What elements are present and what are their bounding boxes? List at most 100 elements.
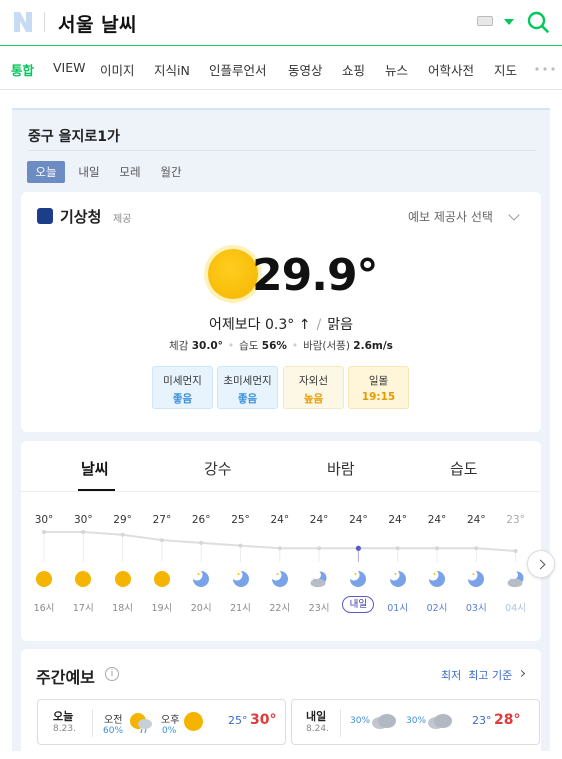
weekly-day-today[interactable]: 오늘 8.23. 오전 60% 오후 0% 25° 30° bbox=[37, 699, 286, 745]
air-label: 자외선 bbox=[299, 375, 328, 387]
high-temp: 30° bbox=[250, 712, 277, 728]
hour-time: 16시 bbox=[33, 603, 55, 614]
hour-time: 01시 bbox=[387, 603, 409, 614]
search-header: 서울 날씨 bbox=[0, 0, 562, 46]
keyboard-icon[interactable] bbox=[477, 16, 493, 26]
weekly-basis[interactable]: 최저 최고 기준 bbox=[441, 667, 512, 683]
moon-icon bbox=[270, 570, 288, 587]
weather-details: 체감 30.0° • 습도 56% • 바람(서풍) 2.6m/s bbox=[169, 340, 393, 352]
sun-rain-icon bbox=[130, 713, 152, 734]
air-value: 좋음 bbox=[237, 393, 258, 405]
uv-badge[interactable]: 자외선 높음 bbox=[283, 366, 344, 409]
hour-temp: 29° bbox=[113, 514, 132, 526]
hour-time: 19시 bbox=[151, 603, 173, 614]
condition: 맑음 bbox=[327, 317, 353, 333]
day-date: 8.23. bbox=[53, 724, 76, 734]
tab-weather[interactable]: 날씨 bbox=[81, 458, 109, 479]
hour-temp: 24° bbox=[466, 514, 486, 526]
provider-select[interactable]: 예보 제공사 선택 bbox=[408, 208, 493, 225]
moon-cloud-icon bbox=[310, 570, 327, 588]
cloud-icon bbox=[372, 714, 396, 729]
tab-humidity[interactable]: 습도 bbox=[450, 458, 478, 479]
basis-low: 최저 bbox=[441, 669, 462, 682]
next-arrow-button[interactable] bbox=[527, 550, 555, 578]
air-label: 초미세먼지 bbox=[223, 375, 272, 387]
hour-time: 03시 bbox=[465, 603, 487, 614]
sunset-badge[interactable]: 일몰 19:15 bbox=[348, 366, 409, 409]
next-day-marker: 내일 bbox=[342, 596, 375, 613]
hour-time: 21시 bbox=[230, 603, 251, 614]
weekly-day-tomorrow[interactable]: 내일 8.24. 30% 30% 23° 28° bbox=[291, 699, 540, 745]
search-query[interactable]: 서울 날씨 bbox=[58, 10, 137, 37]
tab-shopping[interactable]: 쇼핑 bbox=[342, 60, 365, 79]
pm-precip: 0% bbox=[162, 726, 177, 736]
moon-cloud-icon bbox=[507, 570, 524, 588]
location-title[interactable]: 중구 을지로1가 bbox=[28, 126, 120, 146]
header-divider bbox=[44, 12, 45, 32]
am-precip: 60% bbox=[103, 726, 124, 736]
hour-time: 04시 bbox=[505, 603, 527, 614]
low-temp: 25° bbox=[228, 714, 248, 727]
sun-icon bbox=[184, 712, 203, 731]
more-icon[interactable] bbox=[535, 67, 555, 71]
tab-precipitation[interactable]: 강수 bbox=[204, 458, 232, 479]
divider bbox=[21, 491, 541, 492]
am-precip: 30% bbox=[350, 716, 371, 726]
ultrafine-dust-badge[interactable]: 초미세먼지 좋음 bbox=[217, 366, 278, 409]
sun-icon bbox=[153, 571, 170, 587]
hour-time: 20시 bbox=[190, 603, 212, 614]
high-temp: 28° bbox=[494, 712, 521, 728]
hour-temp: 23° bbox=[506, 514, 525, 526]
tab-tomorrow[interactable]: 내일 bbox=[70, 161, 108, 183]
active-tab-indicator bbox=[78, 489, 115, 491]
low-temp: 23° bbox=[472, 714, 492, 727]
tab-view[interactable]: VIEW bbox=[53, 60, 86, 75]
air-label: 미세먼지 bbox=[163, 375, 202, 387]
hour-temp: 27° bbox=[152, 514, 172, 526]
tab-integrated[interactable]: 통합 bbox=[11, 60, 34, 79]
tab-image[interactable]: 이미지 bbox=[100, 60, 135, 79]
naver-logo[interactable] bbox=[12, 10, 34, 34]
pm-precip: 30% bbox=[406, 716, 427, 726]
hour-time: 17시 bbox=[72, 603, 94, 614]
am-label: 오전 bbox=[104, 715, 123, 726]
current-weather-card bbox=[21, 192, 541, 432]
air-value: 좋음 bbox=[172, 393, 193, 405]
hour-temp: 26° bbox=[191, 514, 211, 526]
tab-monthly[interactable]: 월간 bbox=[152, 161, 190, 183]
tab-wind[interactable]: 바람 bbox=[327, 458, 355, 479]
provider-name: 기상청 bbox=[60, 208, 102, 226]
moon-icon bbox=[231, 570, 249, 587]
temp-compare: 어제보다 0.3° ↑ bbox=[209, 317, 311, 333]
tab-day-after[interactable]: 모레 bbox=[111, 161, 149, 183]
hour-temp: 24° bbox=[309, 514, 329, 526]
tab-video[interactable]: 동영상 bbox=[288, 60, 323, 79]
tab-dictionary[interactable]: 어학사전 bbox=[428, 60, 474, 79]
sun-icon bbox=[208, 249, 258, 299]
chevron-down-icon[interactable] bbox=[504, 19, 514, 25]
wind-value: 2.6m/s bbox=[353, 340, 393, 352]
hour-temp: 24° bbox=[349, 514, 368, 526]
day-name: 오늘 bbox=[53, 710, 74, 723]
weekly-title: 주간예보 bbox=[36, 668, 95, 687]
moon-icon bbox=[467, 570, 485, 587]
tab-today[interactable]: 오늘 bbox=[27, 161, 65, 183]
moon-icon bbox=[349, 570, 367, 587]
current-temperature: 29.9° bbox=[252, 250, 379, 301]
pm-label: 오후 bbox=[161, 715, 180, 726]
divider bbox=[28, 150, 536, 151]
divider bbox=[340, 709, 341, 737]
day-date: 8.24. bbox=[306, 724, 329, 734]
day-name: 내일 bbox=[306, 710, 327, 723]
tab-kin[interactable]: 지식iN bbox=[154, 60, 190, 79]
hour-temp: 30° bbox=[34, 514, 54, 526]
tab-map[interactable]: 지도 bbox=[494, 60, 517, 79]
tab-news[interactable]: 뉴스 bbox=[385, 60, 408, 79]
moon-icon bbox=[192, 570, 210, 587]
kma-logo bbox=[37, 208, 53, 224]
info-icon[interactable]: i bbox=[105, 667, 119, 681]
tab-influencer[interactable]: 인플루언서 bbox=[209, 60, 267, 79]
hour-temp: 25° bbox=[231, 514, 250, 526]
search-icon[interactable] bbox=[527, 11, 549, 33]
fine-dust-badge[interactable]: 미세먼지 좋음 bbox=[152, 366, 213, 409]
